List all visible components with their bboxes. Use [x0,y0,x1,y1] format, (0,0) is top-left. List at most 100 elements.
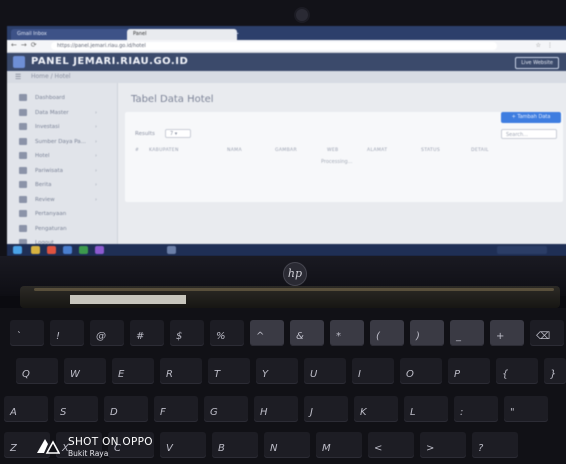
keyboard-key[interactable]: D [104,396,148,422]
table-column-header[interactable]: GAMBAR [275,146,297,156]
browser-menu-icon[interactable]: ☆⋮ [536,42,559,49]
keyboard-key[interactable]: * [330,320,364,346]
sidebar-item[interactable]: Review › [7,193,117,207]
browser-tab-bar: Gmail Inbox Panel + [7,26,566,40]
keyboard-key[interactable]: O [400,358,442,384]
app-icon[interactable] [95,246,104,254]
browser-tab-2[interactable]: Panel [127,29,237,40]
keyboard-key[interactable]: Y [256,358,298,384]
sidebar-item[interactable]: Sumber Daya Pa... › [7,135,117,149]
keyboard-key[interactable]: ^ [250,320,284,346]
word-icon[interactable] [63,246,72,254]
keyboard-key-label: I [358,369,361,380]
browser-tab-1[interactable]: Gmail Inbox [11,29,133,40]
keyboard-key[interactable]: F [154,396,198,422]
keyboard-key[interactable]: " [504,396,548,422]
nav-buttons-icon[interactable]: ←→⟳ [11,41,41,49]
keyboard-key[interactable]: N [264,432,310,458]
keyboard-key-label: Y [262,369,269,380]
keyboard-key[interactable]: U [304,358,346,384]
excel-icon[interactable] [79,246,88,254]
keyboard-key[interactable]: ( [370,320,404,346]
keyboard-key[interactable]: M [316,432,362,458]
keyboard-key[interactable]: + [490,320,524,346]
url-field[interactable]: https://panel.jemari.riau.go.id/hotel [51,42,497,50]
start-icon[interactable] [13,246,22,254]
keyboard-key-label: ` [16,331,21,342]
sidebar-item[interactable]: Pengaturan [7,222,117,236]
table-column-header[interactable]: STATUS [421,146,440,156]
keyboard-key[interactable]: ` [10,320,44,346]
sidebar-item[interactable]: Berita › [7,178,117,192]
keyboard-key[interactable]: L [404,396,448,422]
keyboard-key[interactable]: K [354,396,398,422]
keyboard-key[interactable]: ? [472,432,518,458]
keyboard-key[interactable]: H [254,396,298,422]
keyboard-key-label: ( [376,331,380,342]
keyboard-key[interactable]: I [352,358,394,384]
pinned-icon[interactable] [167,246,176,254]
keyboard-key[interactable]: J [304,396,348,422]
keyboard-key-label: > [426,443,435,454]
sidebar-item[interactable]: Hotel › [7,149,117,163]
keyboard-key-label: L [410,407,416,418]
keyboard-key[interactable]: B [212,432,258,458]
keyboard-key[interactable]: > [420,432,466,458]
sidebar-item[interactable]: Pertanyaan [7,207,117,221]
chevron-right-icon: › [95,153,97,159]
keyboard-key-label: G [210,407,218,418]
sidebar-item[interactable]: Data Master › [7,106,117,120]
keyboard-key[interactable]: V [160,432,206,458]
sidebar-item[interactable]: Dashboard [7,91,117,105]
results-label: Results [135,131,155,137]
webcam [296,9,308,21]
table-column-header[interactable]: ALAMAT [367,146,387,156]
table-column-header[interactable]: WEB [327,146,339,156]
live-website-button[interactable]: Live Website [515,57,559,69]
keyboard-key[interactable]: % [210,320,244,346]
page-length-select[interactable]: 7 ▾ [165,129,191,138]
keyboard-key[interactable]: E [112,358,154,384]
system-tray-icon[interactable] [497,246,547,254]
keyboard-key[interactable]: { [496,358,538,384]
table-column-header[interactable]: KABUPATEN [149,146,179,156]
page-length-value: 7 [170,131,174,137]
keyboard-key[interactable]: Q [16,358,58,384]
table-column-header[interactable]: DETAIL [471,146,489,156]
keyboard-key[interactable]: ⌫ [530,320,564,346]
keyboard-key[interactable]: @ [90,320,124,346]
sidebar-item-icon [19,152,27,159]
folder-icon[interactable] [31,246,40,254]
keyboard-key[interactable]: # [130,320,164,346]
keyboard-key[interactable]: R [160,358,202,384]
chrome-icon[interactable] [47,246,56,254]
keyboard-key[interactable]: _ [450,320,484,346]
keyboard-key[interactable]: S [54,396,98,422]
watermark-location: Bukit Raya [68,449,109,458]
new-tab-icon[interactable]: + [231,29,241,39]
keyboard-key[interactable]: < [368,432,414,458]
table-column-header[interactable]: # [135,146,139,156]
keyboard-key[interactable]: T [208,358,250,384]
keyboard-key[interactable]: ) [410,320,444,346]
keyboard-key[interactable]: A [4,396,48,422]
keyboard-key[interactable]: & [290,320,324,346]
keyboard-key-label: W [70,369,80,380]
add-data-button[interactable]: + Tambah Data [501,112,561,123]
sidebar-item-label: Sumber Daya Pa... [35,138,86,145]
keyboard-key[interactable]: } [544,358,566,384]
sidebar-item[interactable]: Pariwisata › [7,164,117,178]
keyboard-key[interactable]: : [454,396,498,422]
sidebar-item[interactable]: Investasi › [7,120,117,134]
keyboard-key[interactable]: W [64,358,106,384]
hamburger-icon[interactable]: ☰ [15,73,21,81]
keyboard-key[interactable]: ! [50,320,84,346]
watermark-title: SHOT ON OPPO [68,436,153,448]
table-column-header[interactable]: NAMA [227,146,242,156]
keyboard-key[interactable]: $ [170,320,204,346]
search-input[interactable]: Search... [501,129,557,139]
keyboard-key[interactable]: G [204,396,248,422]
keyboard-key-label: { [502,369,509,380]
keyboard-key[interactable]: P [448,358,490,384]
keyboard-key-label: U [310,369,318,380]
